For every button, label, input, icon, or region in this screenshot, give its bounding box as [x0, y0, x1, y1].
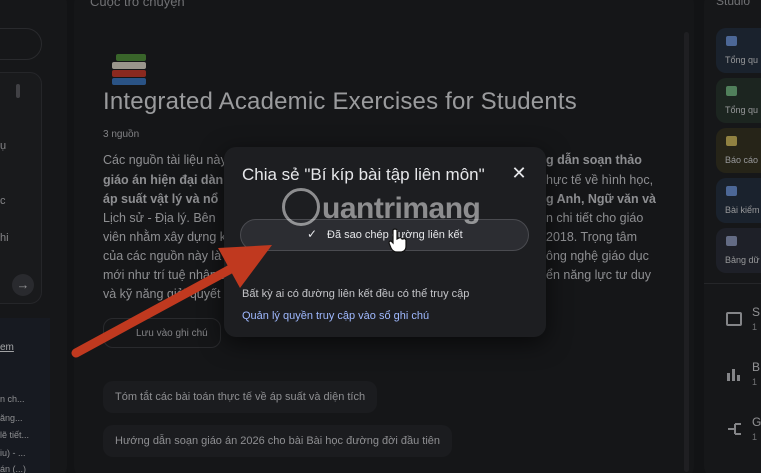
annotation-arrow-icon [71, 245, 272, 358]
hand-cursor-icon [388, 228, 407, 253]
